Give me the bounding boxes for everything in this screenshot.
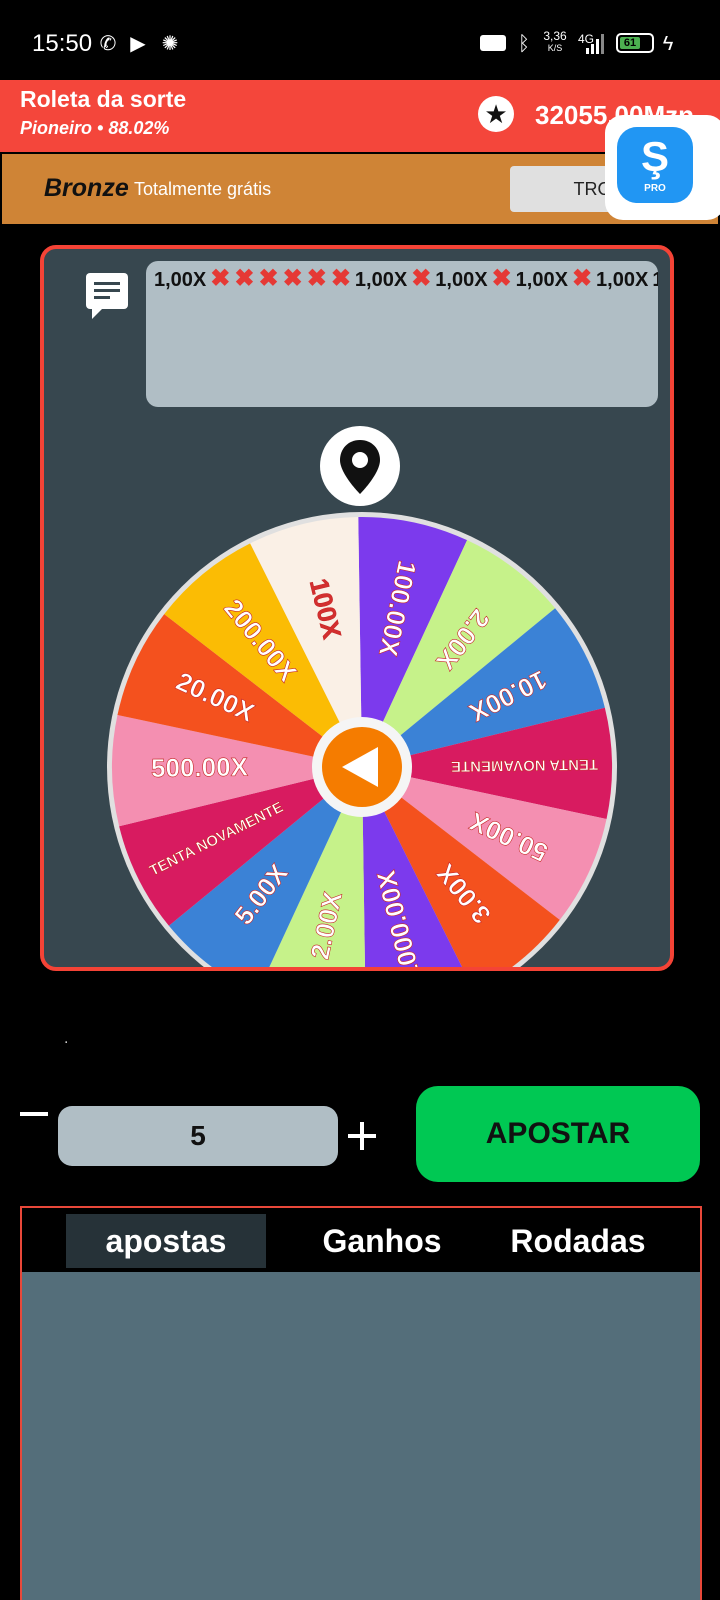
loss-mark-icon: ✖ [210,265,231,292]
result-multiplier: 1,00X [154,269,207,291]
status-bar: 15:50 ✆ ▶ ✺ ᛒ 3,36 K/S 4G 61 ϟ [0,0,720,80]
loss-mark-icon: ✖ [282,265,303,292]
game-panel: 1,00X✖✖✖✖✖✖1,00X✖1,00X✖1,00X✖1,00X1,00X1… [40,245,674,971]
level-subtitle: Pioneiro • 88.02% [20,118,170,138]
play-store-icon: ▶ [130,33,146,55]
result-multiplier: 1,00X [596,269,649,291]
wheel-segment-label: TENTA NOVAMENTE [451,756,598,775]
whatsapp-icon: ✆ [99,33,117,55]
result-multiplier: 1,00X [652,269,658,291]
bluetooth-icon: ᛒ [518,33,530,55]
tab-ganhos[interactable]: Ganhos [282,1214,482,1268]
tier-name: Bronze [44,174,129,202]
tab-rodadas[interactable]: Rodadas [478,1214,678,1268]
star-icon[interactable]: ★ [478,96,514,132]
result-multiplier: 1,00X [515,269,568,291]
page-title: Roleta da sorte [20,86,187,112]
tab-bar: apostas Ganhos Rodadas [22,1208,700,1272]
chat-icon[interactable] [86,273,128,319]
history-tabs-panel: apostas Ganhos Rodadas [20,1206,702,1600]
wheel-pointer [320,426,400,506]
loss-mark-icon: ✖ [571,265,593,292]
loss-mark-icon: ✖ [491,265,512,292]
location-pin-icon [340,440,380,494]
loss-mark-icon: ✖ [234,265,255,292]
network-speed: 3,36 K/S [543,29,567,53]
pro-app-badge[interactable]: Ş PRO [605,115,720,220]
signal-icon [586,34,606,54]
bet-button[interactable]: APOSTAR [416,1086,700,1182]
wheel-segment-label: 500.00X [151,752,249,783]
loss-mark-icon: ✖ [411,265,432,292]
decrease-button[interactable] [18,1098,50,1130]
loss-mark-icon: ✖ [306,265,327,292]
tier-description: Totalmente grátis [134,179,272,199]
charging-icon: ϟ [662,33,674,55]
app-notification-icon: ✺ [161,33,179,55]
bet-amount-input[interactable]: 5 [58,1106,338,1166]
pro-logo-icon: Ş PRO [617,127,693,203]
prize-wheel[interactable]: 100.00X 2.00X10.00XTENTA NOVAMENTE50.00X3… [102,507,622,971]
battery-icon: 61 [616,33,654,53]
loss-mark-icon: ✖ [258,265,279,292]
results-history: 1,00X✖✖✖✖✖✖1,00X✖1,00X✖1,00X✖1,00X1,00X1… [146,261,658,407]
dot-text: . [64,1030,69,1047]
increase-button[interactable] [346,1120,378,1152]
result-multiplier: 1,00X [354,269,408,291]
tab-apostas[interactable]: apostas [66,1214,266,1268]
vpn-icon [480,35,506,51]
loss-mark-icon: ✖ [330,265,351,292]
result-multiplier: 1,00X [435,269,488,291]
status-time: 15:50 [32,30,93,57]
